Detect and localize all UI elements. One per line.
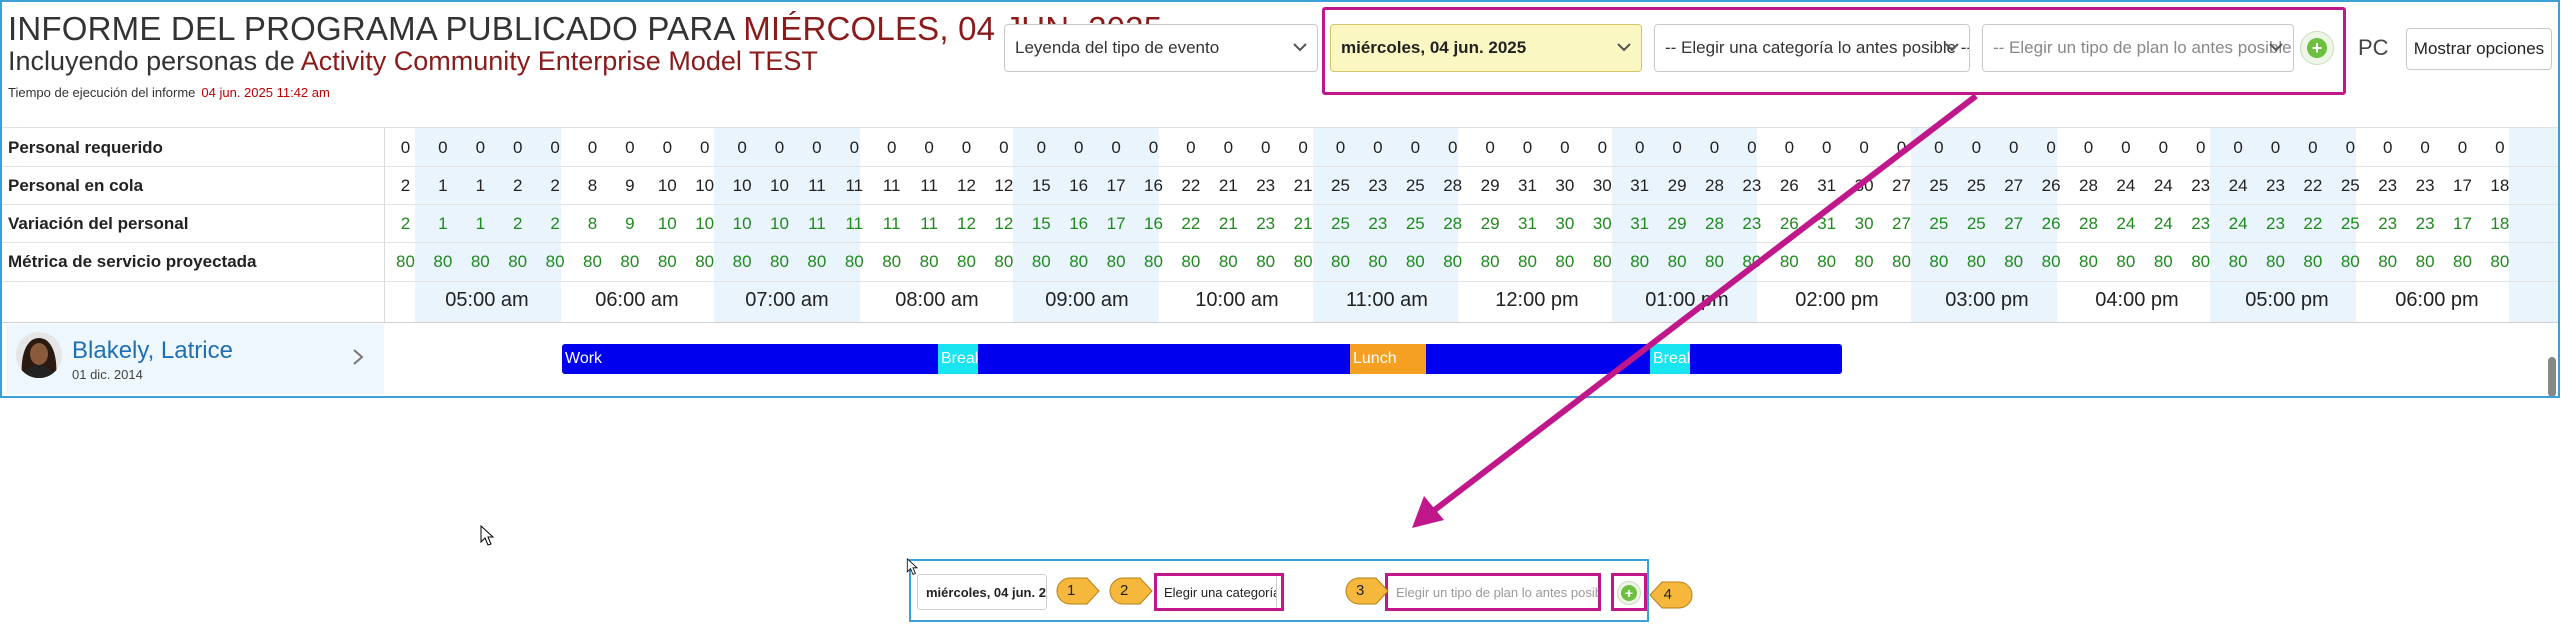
zoom-highlight-category [1154,573,1284,611]
zoom-add-button[interactable]: + [1617,581,1641,605]
plus-circle-icon: + [1621,585,1637,601]
zoom-highlight-plan [1385,573,1601,611]
callout-1: 1 [1055,576,1101,611]
callout-3: 3 [1344,576,1390,611]
callout-1-label: 1 [1067,582,1076,599]
callout-2: 2 [1108,576,1154,611]
mouse-cursor-icon [480,525,495,546]
zoomed-toolbar-detail: miércoles, 04 jun. 2025 Elegir una categ… [909,559,1649,622]
mouse-cursor-icon [906,558,919,575]
callout-3-label: 3 [1356,582,1365,599]
screenshot-stage: INFORME DEL PROGRAMA PUBLICADO PARA MIÉR… [0,0,2569,634]
callout-4: 4 [1648,580,1694,615]
callout-4-label: 4 [1663,586,1672,603]
zoom-date-select[interactable]: miércoles, 04 jun. 2025 [917,574,1047,610]
callout-2-label: 2 [1120,582,1129,599]
annotation-arrow [1412,93,1978,528]
